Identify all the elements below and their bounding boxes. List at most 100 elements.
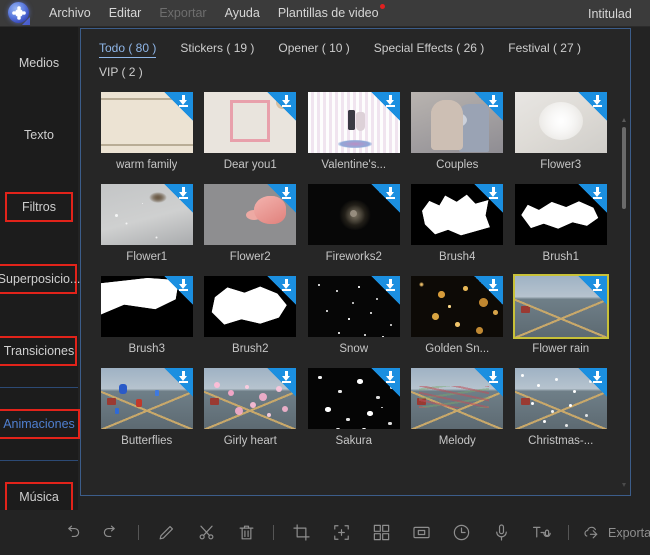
trash-icon[interactable] <box>231 518 261 548</box>
menu-item-ayuda[interactable]: Ayuda <box>216 2 269 24</box>
tab-todo[interactable]: Todo ( 80 ) <box>99 41 157 58</box>
tab-special-effects[interactable]: Special Effects ( 26 ) <box>374 41 485 57</box>
download-badge[interactable] <box>267 184 297 213</box>
download-badge[interactable] <box>577 92 607 121</box>
effect-item[interactable]: Flower2 <box>199 184 303 263</box>
split-screen-icon[interactable] <box>366 518 396 548</box>
download-badge[interactable] <box>370 184 400 213</box>
effect-item[interactable]: Flower3 <box>509 92 613 171</box>
tab-festival[interactable]: Festival ( 27 ) <box>508 41 581 57</box>
download-badge[interactable] <box>163 276 193 305</box>
effect-item[interactable]: Brush4 <box>406 184 510 263</box>
effect-thumbnail[interactable] <box>514 92 607 153</box>
tab-opener[interactable]: Opener ( 10 ) <box>278 41 349 57</box>
effect-item[interactable]: Valentine's... <box>302 92 406 171</box>
effect-thumbnail[interactable] <box>100 184 193 245</box>
menu-item-archivo[interactable]: Archivo <box>40 2 100 24</box>
effect-item[interactable]: Flower1 <box>95 184 199 263</box>
download-badge[interactable] <box>474 368 504 397</box>
effect-item[interactable]: warm family <box>95 92 199 171</box>
film-reel-logo-icon[interactable] <box>6 0 32 26</box>
download-badge[interactable] <box>370 276 400 305</box>
picture-in-picture-icon[interactable] <box>406 518 436 548</box>
effect-item[interactable]: Melody <box>406 368 510 447</box>
effect-thumbnail[interactable] <box>411 184 504 245</box>
tab-stickers[interactable]: Stickers ( 19 ) <box>180 41 254 57</box>
effect-item[interactable]: Butterflies <box>95 368 199 447</box>
crop-icon[interactable] <box>286 518 316 548</box>
effect-item[interactable]: Dear you1 <box>199 92 303 171</box>
download-badge[interactable] <box>474 184 504 213</box>
effect-item[interactable]: Brush2 <box>199 276 303 355</box>
sidebar-item-texto[interactable]: Texto <box>0 99 78 171</box>
download-badge[interactable] <box>577 368 607 397</box>
effect-item[interactable]: Brush3 <box>95 276 199 355</box>
effect-thumbnail[interactable] <box>514 184 607 245</box>
sidebar-item-transiciones[interactable]: Transiciones <box>0 315 78 387</box>
sidebar-item-label: Filtros <box>21 200 57 214</box>
effect-thumbnail[interactable] <box>204 368 297 429</box>
effect-thumbnail[interactable] <box>512 274 609 339</box>
sidebar-item-superposicio[interactable]: Superposicio... <box>0 243 80 315</box>
download-badge[interactable] <box>163 92 193 121</box>
download-badge[interactable] <box>267 368 297 397</box>
effect-thumbnail[interactable] <box>411 368 504 429</box>
effect-item[interactable]: Couples <box>406 92 510 171</box>
effect-thumbnail[interactable] <box>307 92 400 153</box>
effect-thumbnail[interactable] <box>100 276 193 337</box>
download-badge[interactable] <box>474 92 504 121</box>
effect-item[interactable]: Fireworks2 <box>302 184 406 263</box>
download-badge[interactable] <box>267 92 297 121</box>
scroll-down-arrow-icon[interactable] <box>621 483 626 487</box>
microphone-icon[interactable] <box>486 518 516 548</box>
download-badge[interactable] <box>370 368 400 397</box>
effect-item[interactable]: Christmas-... <box>509 368 613 447</box>
effect-item-label: Couples <box>436 159 479 171</box>
download-badge[interactable] <box>163 368 193 397</box>
add-effect-icon[interactable] <box>326 518 356 548</box>
undo-icon[interactable] <box>56 518 86 548</box>
text-to-speech-icon[interactable] <box>526 518 556 548</box>
effect-thumbnail[interactable] <box>411 92 504 153</box>
effect-item[interactable]: Flower rain <box>509 274 613 355</box>
menu-item-exportar: Exportar <box>150 2 215 24</box>
effect-thumbnail[interactable] <box>307 184 400 245</box>
scissors-icon[interactable] <box>191 518 221 548</box>
scrollbar-thumb[interactable] <box>622 127 626 209</box>
download-badge[interactable] <box>163 184 193 213</box>
menu-item-editar[interactable]: Editar <box>100 2 151 24</box>
effect-thumbnail[interactable] <box>307 276 400 337</box>
effect-item[interactable]: Snow <box>302 276 406 355</box>
download-badge[interactable] <box>474 276 504 305</box>
effect-thumbnail[interactable] <box>514 368 607 429</box>
sidebar-item-animaciones[interactable]: Animaciones <box>0 388 78 460</box>
tab-vip[interactable]: VIP ( 2 ) <box>99 65 143 81</box>
menu-item-plantillas-de-video[interactable]: Plantillas de video <box>269 2 388 24</box>
effect-item[interactable]: Sakura <box>302 368 406 447</box>
download-badge[interactable] <box>577 184 607 213</box>
download-arrow-icon <box>592 279 603 291</box>
redo-icon[interactable] <box>96 518 126 548</box>
effect-item[interactable]: Brush1 <box>509 184 613 263</box>
effect-thumbnail[interactable] <box>204 92 297 153</box>
speed-clock-icon[interactable] <box>446 518 476 548</box>
export-button-label: Exportar <box>608 525 650 540</box>
effect-thumbnail[interactable] <box>307 368 400 429</box>
effect-thumbnail[interactable] <box>204 276 297 337</box>
vertical-scrollbar[interactable] <box>621 85 627 489</box>
effect-item[interactable]: Girly heart <box>199 368 303 447</box>
download-arrow-icon <box>488 95 499 107</box>
sidebar-item-medios[interactable]: Medios <box>0 27 78 99</box>
effect-thumbnail[interactable] <box>411 276 504 337</box>
download-badge[interactable] <box>267 276 297 305</box>
download-badge[interactable] <box>370 92 400 121</box>
export-button[interactable]: Exportar <box>584 524 650 541</box>
sidebar-item-filtros[interactable]: Filtros <box>0 171 78 243</box>
effect-item[interactable]: Golden Sn... <box>406 276 510 355</box>
effect-thumbnail[interactable] <box>100 92 193 153</box>
effect-thumbnail[interactable] <box>204 184 297 245</box>
download-badge[interactable] <box>577 276 607 305</box>
effect-thumbnail[interactable] <box>100 368 193 429</box>
scroll-up-arrow-icon[interactable] <box>621 118 626 122</box>
pencil-icon[interactable] <box>151 518 181 548</box>
